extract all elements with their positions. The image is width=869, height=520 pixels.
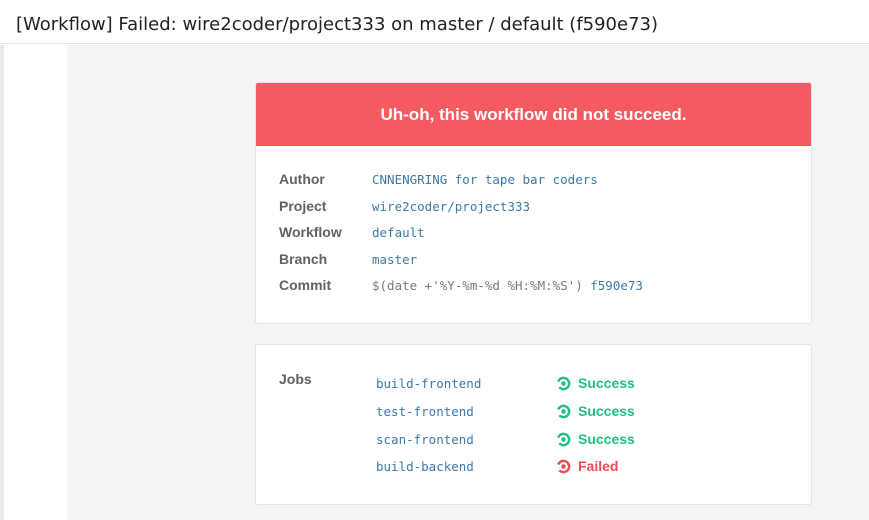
project-link[interactable]: wire2coder/project333 — [372, 199, 530, 214]
job-name-link[interactable]: scan-frontend — [376, 432, 556, 447]
detail-row-branch: Branch master — [279, 249, 417, 269]
detail-row-project: Project wire2coder/project333 — [279, 196, 530, 216]
commit-date-expression: $(date +'%Y-%m-%d %H:%M:%S') — [372, 277, 583, 293]
job-row: build-frontend Success — [376, 373, 635, 393]
commit-value: $(date +'%Y-%m-%d %H:%M:%S') f590e73 — [372, 278, 643, 293]
job-status-failed: Failed — [556, 458, 618, 474]
left-gutter — [4, 45, 67, 520]
job-status-success: Success — [556, 403, 635, 419]
job-status-success: Success — [556, 431, 635, 447]
job-row: scan-frontend Success — [376, 429, 635, 449]
commit-hash-link[interactable]: f590e73 — [590, 278, 643, 293]
failure-banner: Uh-oh, this workflow did not succeed. — [256, 83, 811, 146]
job-name-link[interactable]: build-backend — [376, 459, 556, 474]
job-status-success: Success — [556, 375, 635, 391]
project-label: Project — [279, 198, 327, 214]
author-label: Author — [279, 171, 325, 187]
job-name-link[interactable]: build-frontend — [376, 376, 556, 391]
jobs-card: Jobs build-frontend Success test-fronten… — [255, 344, 812, 505]
job-row: test-frontend Success — [376, 401, 635, 421]
branch-link[interactable]: master — [372, 252, 417, 267]
job-status-text: Success — [578, 431, 635, 447]
success-icon — [556, 432, 571, 446]
job-status-text: Success — [578, 375, 635, 391]
failed-icon — [556, 459, 571, 473]
detail-row-author: Author CNNENGRING for tape bar coders — [279, 169, 598, 189]
job-name-link[interactable]: test-frontend — [376, 404, 556, 419]
author-value: CNNENGRING for tape bar coders — [372, 171, 598, 187]
success-icon — [556, 376, 571, 390]
jobs-label: Jobs — [279, 371, 312, 387]
workflow-label: Workflow — [279, 224, 342, 240]
job-row: build-backend Failed — [376, 456, 618, 476]
email-subject: [Workflow] Failed: wire2coder/project333… — [16, 14, 659, 35]
detail-row-workflow: Workflow default — [279, 222, 425, 242]
subject-bar: [Workflow] Failed: wire2coder/project333… — [0, 0, 869, 44]
workflow-link[interactable]: default — [372, 225, 425, 240]
success-icon — [556, 404, 571, 418]
commit-label: Commit — [279, 277, 332, 293]
branch-label: Branch — [279, 251, 328, 267]
job-status-text: Failed — [578, 458, 619, 474]
workflow-summary-card: Uh-oh, this workflow did not succeed. Au… — [255, 82, 812, 324]
job-status-text: Success — [578, 403, 635, 419]
detail-row-commit: Commit $(date +'%Y-%m-%d %H:%M:%S') f590… — [279, 275, 643, 295]
